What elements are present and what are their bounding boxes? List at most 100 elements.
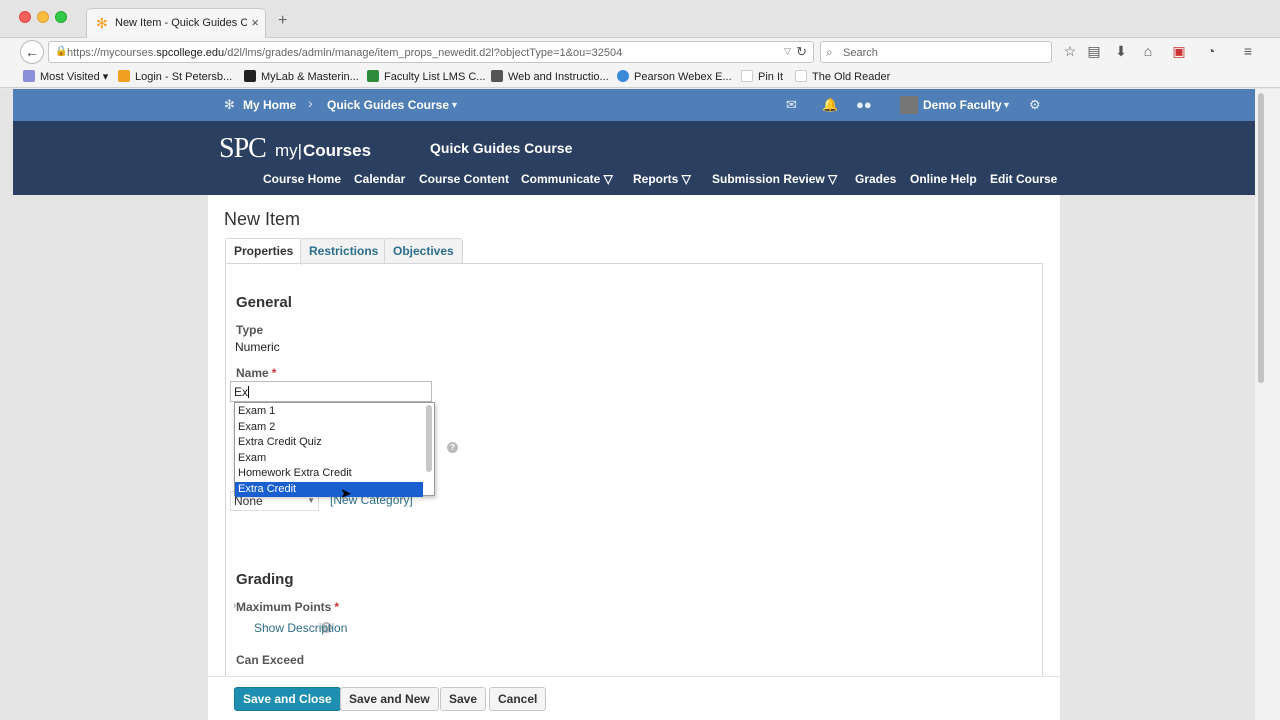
chevron-down-icon[interactable]: ▼ (1002, 100, 1011, 110)
name-autocomplete-list: Exam 1 Exam 2 Extra Credit Quiz Exam Hom… (234, 402, 435, 497)
back-button[interactable]: ← (20, 40, 44, 64)
general-heading: General (236, 294, 292, 311)
tab-close-icon[interactable]: × (251, 15, 259, 30)
new-tab-icon[interactable]: + (278, 12, 287, 30)
show-description-link[interactable]: Show Description (254, 621, 347, 635)
my-home-link[interactable]: My Home (243, 98, 296, 112)
bookmark-item[interactable]: The Old Reader (795, 70, 890, 83)
browser-titlebar: ✻ New Item - Quick Guides C... × + (0, 0, 1280, 38)
grading-heading: Grading (236, 571, 294, 588)
tab-objectives[interactable]: Objectives (384, 238, 463, 264)
download-icon[interactable]: ⬇ (1112, 43, 1130, 60)
name-label: Name * (236, 366, 277, 380)
bookmark-item[interactable]: Pearson Webex E... (617, 70, 732, 83)
settings-gear-icon[interactable]: ⚙ (1029, 97, 1041, 113)
save-button[interactable]: Save (440, 687, 487, 711)
bookmark-star-icon[interactable]: ☆ (1061, 43, 1079, 60)
tab-title: New Item - Quick Guides C... (115, 17, 247, 29)
page-title: New Item (224, 209, 301, 229)
nav-grades[interactable]: Grades (855, 172, 896, 186)
spc-icon (118, 70, 130, 82)
reload-icon[interactable]: ↻ (796, 44, 807, 60)
browser-tab[interactable]: ✻ New Item - Quick Guides C... × (86, 8, 266, 38)
chevron-down-icon[interactable]: ▼ (450, 100, 459, 110)
logo-courses: Courses (303, 141, 372, 160)
nav-online-help[interactable]: Online Help (910, 172, 977, 186)
page-viewport: ✻ My Home › Quick Guides Course ▼ ✉ 🔔 ●●… (13, 89, 1255, 720)
text-caret (248, 386, 250, 398)
type-label: Type (236, 323, 264, 337)
spreadsheet-icon (367, 70, 379, 82)
search-input[interactable]: ⌕ Search (820, 41, 1052, 63)
list-item[interactable]: Exam 1 (235, 404, 423, 419)
home-icon[interactable]: ⌂ (1139, 43, 1157, 59)
tab-properties[interactable]: Properties (225, 238, 303, 265)
chat-icon[interactable]: ●● (856, 97, 872, 112)
list-item[interactable]: Exam (235, 451, 423, 466)
page-icon (741, 70, 753, 82)
left-gutter (0, 89, 13, 720)
list-item[interactable]: Homework Extra Credit (235, 466, 423, 481)
required-marker: * (334, 600, 340, 614)
minimize-window-button[interactable] (37, 11, 49, 23)
course-header: SPC my| Courses Quick Guides Course Cour… (13, 121, 1255, 195)
url-dropdown-icon[interactable]: ▽ (784, 46, 791, 57)
bookmark-folder-icon (23, 70, 35, 82)
can-exceed-label: Can Exceed (236, 653, 305, 667)
minibar: ✻ My Home › Quick Guides Course ▼ ✉ 🔔 ●●… (13, 89, 1255, 121)
dropdown-scrollbar[interactable] (426, 405, 432, 472)
chevron-right-icon: › (308, 95, 313, 111)
url-bar[interactable]: 🔒 https://mycourses.spcollege.edu/d2l/lm… (48, 41, 814, 63)
home-flower-icon: ✻ (224, 97, 235, 112)
lock-icon: 🔒 (55, 46, 68, 57)
list-item-selected[interactable]: Extra Credit (235, 482, 423, 497)
avatar[interactable] (900, 96, 918, 114)
bookmark-item[interactable]: Pin It (741, 70, 783, 83)
name-field[interactable]: Ex (230, 381, 432, 402)
nav-course-home[interactable]: Course Home (263, 172, 341, 186)
page-icon (795, 70, 807, 82)
tab-restrictions[interactable]: Restrictions (300, 238, 388, 264)
user-menu[interactable]: Demo Faculty (923, 98, 1002, 112)
nav-communicate[interactable]: Communicate ▽ (521, 172, 613, 186)
course-title[interactable]: Quick Guides Course (430, 140, 572, 156)
bookmark-item[interactable]: Login - St Petersb... (118, 70, 232, 83)
bookmark-item[interactable]: MyLab & Masterin... (244, 70, 359, 83)
save-and-close-button[interactable]: Save and Close (234, 687, 341, 711)
extension-icon[interactable]: ▣ (1170, 43, 1188, 60)
list-item[interactable]: Exam 2 (235, 420, 423, 435)
menu-icon[interactable]: ≡ (1239, 43, 1257, 59)
logo-my: my| (275, 141, 303, 160)
nav-reports[interactable]: Reports ▽ (633, 172, 691, 186)
nav-edit-course[interactable]: Edit Course (990, 172, 1057, 186)
save-and-new-button[interactable]: Save and New (340, 687, 439, 711)
history-icon[interactable]: ◔ (1202, 43, 1220, 59)
url-text: https://mycourses.spcollege.edu/d2l/lms/… (67, 47, 623, 59)
messages-icon[interactable]: ✉ (786, 97, 797, 113)
help-icon[interactable]: ? (447, 442, 458, 453)
maximize-window-button[interactable] (55, 11, 67, 23)
bookmark-item[interactable]: Faculty List LMS C... (367, 70, 485, 83)
bookmark-item[interactable]: Most Visited ▾ (23, 70, 108, 83)
globe-icon (617, 70, 629, 82)
chevron-down-icon: ▼ (307, 496, 315, 505)
nav-submission-review[interactable]: Submission Review ▽ (712, 172, 837, 186)
button-bar: Save and Close Save and New Save Cancel (208, 676, 1060, 720)
spc-favicon-icon: ✻ (96, 15, 108, 31)
notifications-icon[interactable]: 🔔 (822, 97, 838, 113)
spc-web-icon (491, 70, 503, 82)
page-scrollbar[interactable] (1255, 89, 1280, 720)
type-value: Numeric (235, 340, 280, 354)
course-selector[interactable]: Quick Guides Course (327, 98, 449, 112)
cancel-button[interactable]: Cancel (489, 687, 547, 711)
list-item[interactable]: Extra Credit Quiz (235, 435, 423, 450)
bookmark-item[interactable]: Web and Instructio... (491, 70, 609, 83)
close-window-button[interactable] (19, 11, 31, 23)
spc-logo[interactable]: SPC (219, 133, 267, 165)
scrollbar-thumb[interactable] (1258, 93, 1264, 383)
mouse-pointer-icon: ➤ (340, 485, 352, 501)
search-placeholder: Search (843, 47, 878, 59)
nav-calendar[interactable]: Calendar (354, 172, 405, 186)
reading-list-icon[interactable]: ▤ (1085, 43, 1103, 60)
nav-course-content[interactable]: Course Content (419, 172, 509, 186)
